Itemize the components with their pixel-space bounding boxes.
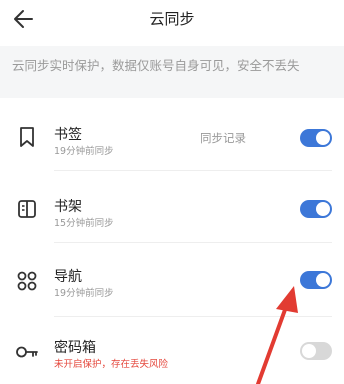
key-icon	[14, 339, 40, 365]
cloud-sync-page: 云同步 云同步实时保护，数据仅账号自身可见，安全不丢失 书签 19分钟前同步 同…	[0, 0, 344, 384]
sync-item-password-vault: 密码箱 未开启保护，存在丢失风险	[0, 324, 344, 380]
divider	[54, 316, 332, 317]
divider	[54, 242, 332, 243]
sync-item-label: 密码箱	[54, 340, 96, 356]
sync-item-bookmarks: 书签 19分钟前同步 同步记录	[0, 110, 344, 166]
toggle-knob	[316, 202, 330, 216]
sync-item-warning: 未开启保护，存在丢失风险	[54, 359, 169, 370]
password-vault-sync-toggle[interactable]	[300, 342, 332, 360]
toggle-knob	[316, 273, 330, 287]
bookshelf-icon	[14, 196, 40, 222]
header-bar: 云同步	[0, 0, 344, 40]
sync-item-navigation: 导航 19分钟前同步	[0, 252, 344, 308]
sync-item-label: 书架	[54, 199, 82, 215]
navigation-sync-toggle[interactable]	[300, 271, 332, 289]
toggle-knob	[302, 344, 316, 358]
sync-item-bookshelf: 书架 15分钟前同步	[0, 180, 344, 236]
sync-record-link[interactable]: 同步记录	[200, 130, 246, 146]
sync-item-status: 19分钟前同步	[54, 146, 114, 157]
sync-item-status: 15分钟前同步	[54, 218, 114, 229]
sync-item-status: 19分钟前同步	[54, 288, 114, 299]
toggle-knob	[316, 131, 330, 145]
grid-icon	[14, 268, 40, 294]
sync-notice: 云同步实时保护，数据仅账号自身可见，安全不丢失	[0, 46, 344, 98]
bookmarks-sync-toggle[interactable]	[300, 129, 332, 147]
bookshelf-sync-toggle[interactable]	[300, 200, 332, 218]
divider	[54, 170, 332, 171]
page-title: 云同步	[149, 10, 195, 28]
sync-item-label: 书签	[54, 127, 82, 143]
sync-item-label: 导航	[54, 269, 82, 285]
bookmark-icon	[14, 124, 40, 150]
